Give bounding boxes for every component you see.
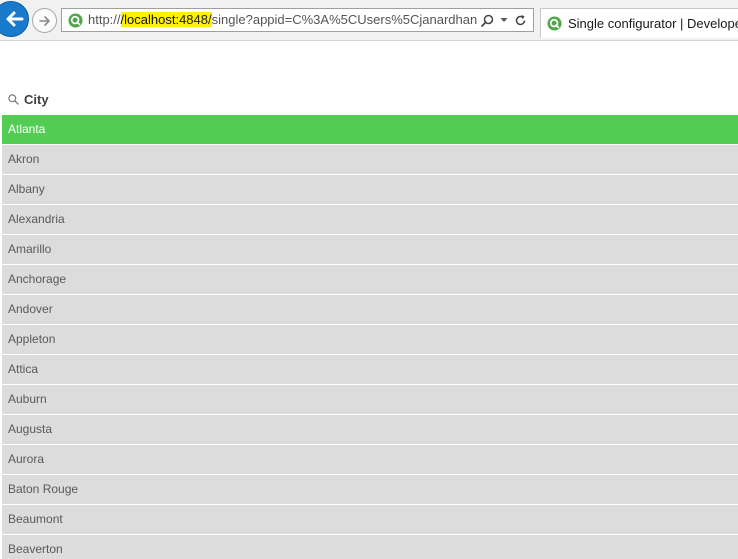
browser-toolbar: http:///localhost:4848/single?appid=C%3A… bbox=[0, 0, 738, 41]
url-path: single?appid=C%3A%5CUsers%5Cjanardhan.re… bbox=[211, 12, 477, 27]
page: http:///localhost:4848/single?appid=C%3A… bbox=[0, 0, 738, 559]
forward-arrow-icon bbox=[38, 15, 50, 26]
back-arrow-icon bbox=[6, 11, 24, 27]
qlik-icon bbox=[547, 16, 562, 31]
url-port: :4848 bbox=[175, 12, 209, 27]
filter-pane-header[interactable]: City bbox=[8, 90, 49, 108]
url-text[interactable]: http:///localhost:4848/single?appid=C%3A… bbox=[88, 9, 477, 31]
dropdown-arrow-icon[interactable] bbox=[500, 16, 508, 24]
tab-title: Single configurator | Developer... bbox=[568, 16, 738, 31]
list-item[interactable]: Appleton bbox=[2, 325, 738, 355]
list-item-selected[interactable]: Atlanta bbox=[2, 115, 738, 145]
qlik-icon bbox=[67, 12, 83, 28]
city-listbox: Atlanta Akron Albany Alexandria Amarillo Anch… bbox=[2, 115, 738, 559]
list-item[interactable]: Beaverton bbox=[2, 535, 738, 559]
list-item[interactable]: Amarillo bbox=[2, 235, 738, 265]
search-icon[interactable] bbox=[8, 93, 19, 105]
list-item[interactable]: Andover bbox=[2, 295, 738, 325]
refresh-icon[interactable] bbox=[514, 14, 527, 27]
list-item[interactable]: Aurora bbox=[2, 445, 738, 475]
list-item[interactable]: Beaumont bbox=[2, 505, 738, 535]
address-bar[interactable]: http:///localhost:4848/single?appid=C%3A… bbox=[61, 8, 534, 32]
search-icon[interactable] bbox=[481, 14, 494, 27]
url-host-highlight: /localhost:4848/ bbox=[120, 12, 212, 27]
url-scheme: http:// bbox=[88, 12, 121, 27]
list-item[interactable]: Alexandria bbox=[2, 205, 738, 235]
forward-button[interactable] bbox=[32, 8, 57, 33]
list-item[interactable]: Baton Rouge bbox=[2, 475, 738, 505]
filter-title: City bbox=[24, 91, 49, 107]
list-item[interactable]: Albany bbox=[2, 175, 738, 205]
list-item[interactable]: Auburn bbox=[2, 385, 738, 415]
address-tools bbox=[477, 13, 533, 27]
browser-tab[interactable]: Single configurator | Developer... bbox=[540, 8, 738, 38]
list-item[interactable]: Anchorage bbox=[2, 265, 738, 295]
list-item[interactable]: Attica bbox=[2, 355, 738, 385]
list-item[interactable]: Augusta bbox=[2, 415, 738, 445]
url-host: localhost bbox=[124, 12, 176, 27]
back-button[interactable] bbox=[0, 1, 29, 37]
list-item[interactable]: Akron bbox=[2, 145, 738, 175]
